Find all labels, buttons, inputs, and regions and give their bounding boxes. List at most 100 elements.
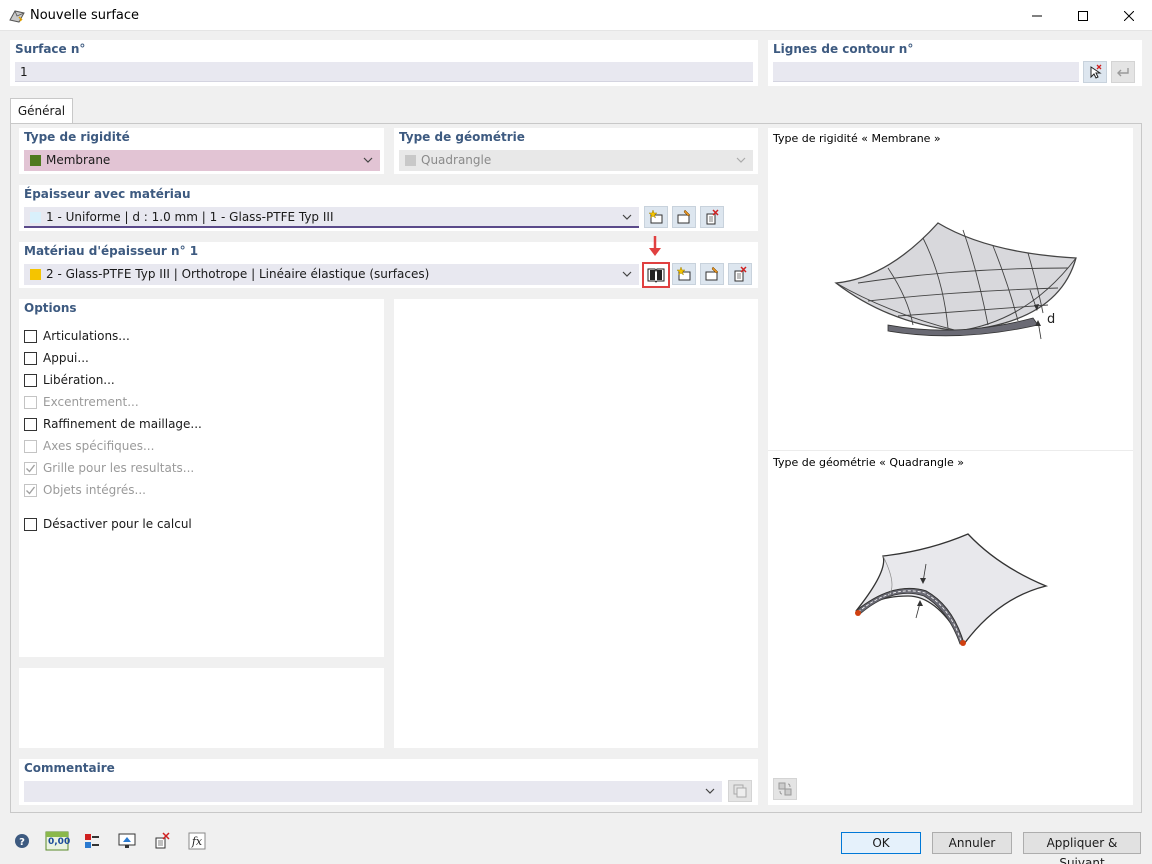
geometry-color-swatch — [405, 155, 416, 166]
edit-item-icon — [677, 209, 691, 224]
rigidity-type-panel: Type de rigidité Membrane — [19, 128, 384, 174]
edit-thickness-button[interactable] — [672, 206, 696, 228]
checkbox[interactable] — [24, 517, 37, 531]
ok-button[interactable]: OK — [841, 832, 921, 854]
material-value: 2 - Glass-PTFE Typ III | Orthotrope | Li… — [46, 267, 430, 281]
new-item-icon — [676, 266, 691, 281]
geometry-type-panel: Type de géométrie Quadrangle — [394, 128, 758, 174]
checkbox[interactable] — [24, 417, 37, 431]
extra-panel — [19, 668, 384, 748]
surface-number-label: Surface n° — [15, 42, 86, 56]
edit-item-icon — [705, 266, 719, 281]
checkbox — [24, 395, 37, 409]
help-button[interactable]: ? — [10, 830, 34, 852]
material-select[interactable]: 2 - Glass-PTFE Typ III | Orthotrope | Li… — [24, 264, 639, 285]
cancel-button[interactable]: Annuler — [932, 832, 1012, 854]
option-mesh-refinement[interactable]: Raffinement de maillage... — [24, 416, 202, 432]
membrane-illustration: d — [834, 222, 1077, 340]
delete-thickness-button[interactable] — [700, 206, 724, 228]
delete-object-button[interactable] — [150, 830, 174, 852]
minimize-icon — [1032, 15, 1042, 16]
delete-item-icon — [734, 266, 747, 282]
chevron-down-icon — [622, 271, 632, 277]
preview-swap-button[interactable] — [773, 778, 797, 800]
help-icon: ? — [15, 834, 29, 848]
display-settings-icon — [85, 834, 99, 848]
chevron-down-icon — [622, 214, 632, 220]
tab-general[interactable]: Général — [10, 98, 73, 124]
close-icon — [1124, 10, 1134, 21]
material-panel: Matériau d'épaisseur n° 1 2 - Glass-PTFE… — [19, 236, 758, 288]
geometry-preview-title: Type de géométrie « Quadrangle » — [773, 456, 964, 469]
swap-image-icon — [778, 782, 792, 796]
checkbox — [24, 439, 37, 453]
option-articulations[interactable]: Articulations... — [24, 328, 130, 344]
checkbox[interactable] — [24, 373, 37, 387]
quadrangle-illustration — [855, 533, 1049, 646]
delete-object-icon — [155, 832, 170, 849]
svg-text:fx: fx — [191, 835, 203, 848]
revert-button[interactable] — [1111, 61, 1135, 83]
thickness-select[interactable]: 1 - Uniforme | d : 1.0 mm | 1 - Glass-PT… — [24, 207, 639, 228]
formula-icon: fx — [188, 832, 206, 850]
rigidity-preview-title: Type de rigidité « Membrane » — [773, 132, 941, 145]
thickness-color-swatch — [30, 212, 41, 223]
comment-label: Commentaire — [24, 761, 115, 775]
preview-divider — [768, 450, 1133, 451]
rigidity-type-label: Type de rigidité — [24, 130, 130, 144]
material-label: Matériau d'épaisseur n° 1 — [24, 244, 199, 258]
contour-lines-panel: Lignes de contour n° — [768, 40, 1142, 86]
maximize-icon — [1078, 10, 1088, 21]
new-material-button[interactable] — [672, 263, 696, 285]
surface-app-icon — [9, 10, 25, 23]
maximize-button[interactable] — [1060, 0, 1106, 31]
checkmark-icon — [26, 486, 36, 495]
option-support[interactable]: Appui... — [24, 350, 89, 366]
pick-cursor-icon — [1090, 64, 1102, 79]
new-thickness-button[interactable] — [644, 206, 668, 228]
undo-arrow-icon — [1117, 68, 1129, 77]
delete-item-icon — [706, 209, 719, 225]
comment-input[interactable] — [24, 781, 722, 802]
units-button[interactable]: 0,00 — [44, 830, 70, 852]
checkbox[interactable] — [24, 351, 37, 365]
option-result-grid: Grille pour les resultats... — [24, 460, 194, 476]
new-item-icon — [648, 209, 663, 224]
option-deactivate-calculation[interactable]: Désactiver pour le calcul — [24, 516, 192, 532]
preview-panel: Type de rigidité « Membrane » Type de gé… — [768, 128, 1133, 805]
copy-icon — [733, 784, 747, 798]
material-color-swatch — [30, 269, 41, 280]
svg-text:?: ? — [19, 837, 25, 848]
surface-number-panel: Surface n° 1 — [10, 40, 758, 86]
checkbox-checked — [24, 461, 37, 475]
rigidity-type-select[interactable]: Membrane — [24, 150, 380, 171]
edit-material-button[interactable] — [700, 263, 724, 285]
pick-lines-button[interactable] — [1083, 61, 1107, 83]
surface-number-input[interactable]: 1 — [15, 62, 753, 82]
material-library-button[interactable] — [642, 262, 670, 288]
window-title: Nouvelle surface — [30, 8, 140, 23]
option-release[interactable]: Libération... — [24, 372, 115, 388]
comment-copy-button[interactable] — [728, 780, 752, 802]
title-bar: Nouvelle surface — [0, 0, 1152, 31]
display-settings-button[interactable] — [80, 830, 104, 852]
chevron-down-icon — [363, 157, 373, 163]
checkbox[interactable] — [24, 329, 37, 343]
geometry-type-label: Type de géométrie — [399, 130, 525, 144]
close-button[interactable] — [1106, 0, 1152, 31]
details-panel — [394, 299, 758, 748]
option-integrated-objects: Objets intégrés... — [24, 482, 146, 498]
apply-next-button[interactable]: Appliquer & Suivant — [1023, 832, 1141, 864]
geometry-type-select[interactable]: Quadrangle — [399, 150, 753, 171]
delete-material-button[interactable] — [728, 263, 752, 285]
view-button[interactable] — [115, 830, 139, 852]
thickness-panel: Épaisseur avec matériau 1 - Uniforme | d… — [19, 185, 758, 231]
formula-button[interactable]: fx — [185, 830, 209, 852]
monitor-view-icon — [118, 833, 136, 848]
rigidity-color-swatch — [30, 155, 41, 166]
comment-panel: Commentaire — [19, 759, 758, 805]
minimize-button[interactable] — [1014, 0, 1060, 31]
option-specific-axes: Axes spécifiques... — [24, 438, 154, 454]
contour-lines-label: Lignes de contour n° — [773, 42, 914, 56]
contour-lines-input[interactable] — [773, 62, 1079, 82]
